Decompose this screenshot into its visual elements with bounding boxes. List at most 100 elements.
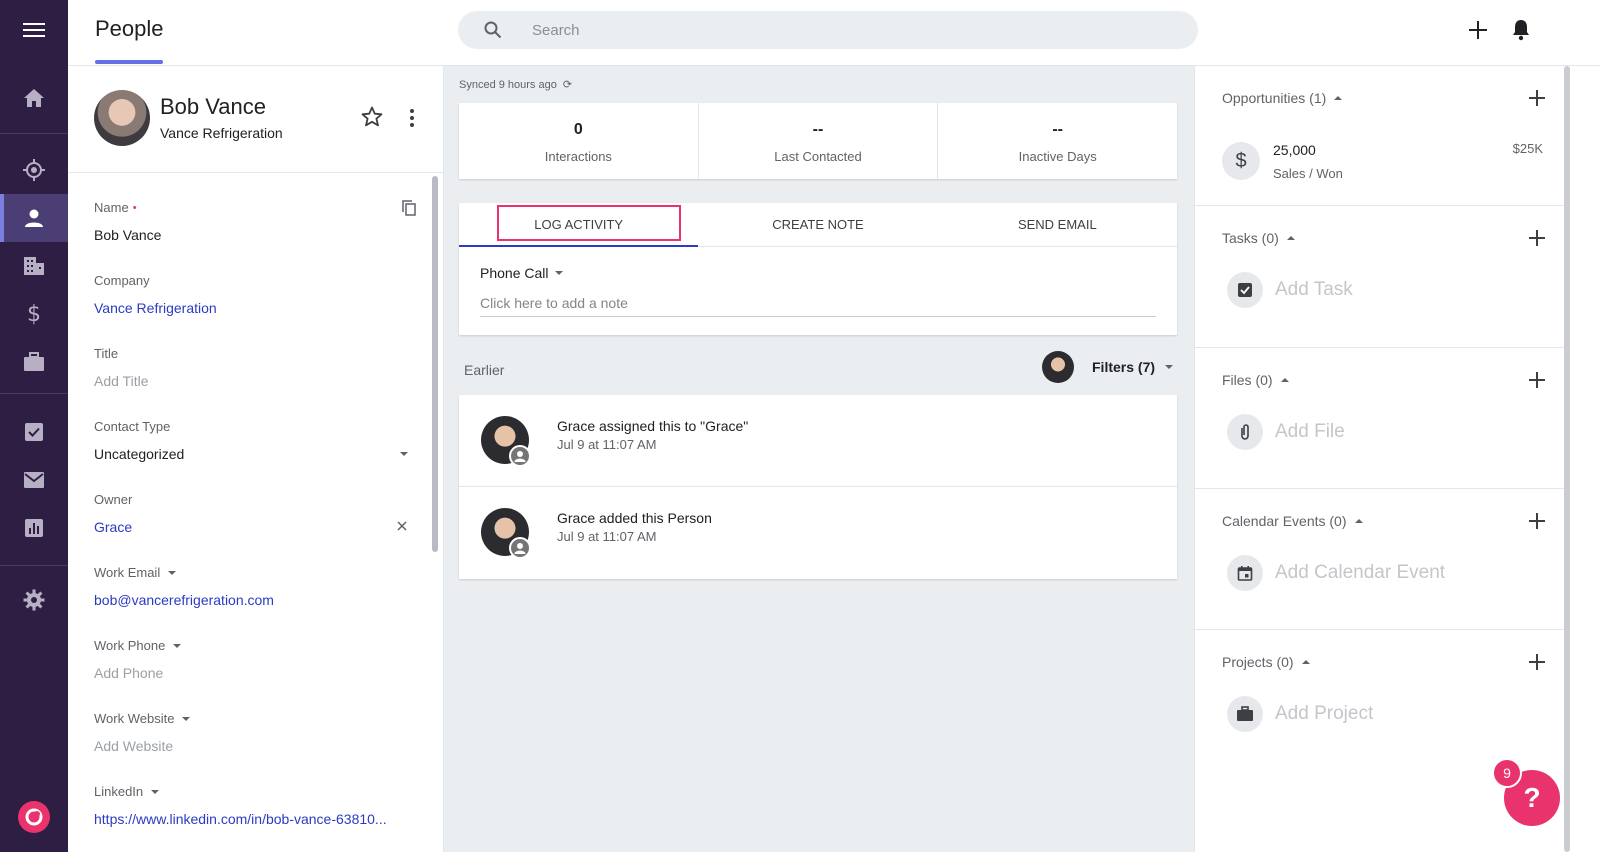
filters-label: Filters (7)	[1092, 359, 1156, 375]
copy-icon[interactable]	[402, 200, 416, 216]
feed-item-text: Grace assigned this to "Grace"	[557, 418, 749, 434]
tab-create-note[interactable]: CREATE NOTE	[698, 203, 937, 246]
owner-field: Owner Grace	[94, 492, 414, 535]
activity-feed: Grace assigned this to "Grace" Jul 9 at …	[459, 395, 1177, 579]
stat-label: Inactive Days	[1018, 149, 1097, 164]
opportunities-title: Opportunities (1)	[1222, 90, 1327, 106]
app-logo-icon[interactable]	[18, 801, 50, 833]
tab-send-email[interactable]: SEND EMAIL	[938, 203, 1177, 246]
contact-type-value: Uncategorized	[94, 446, 185, 462]
more-options-icon[interactable]	[402, 106, 422, 130]
projects-title: Projects (0)	[1222, 654, 1294, 670]
projects-section: Projects (0) Add Project	[1195, 630, 1565, 772]
tasks-icon[interactable]	[0, 408, 68, 456]
add-calendar-event-icon[interactable]	[1527, 511, 1547, 531]
sync-icon[interactable]: ⟳	[563, 79, 572, 91]
top-bar: People	[68, 0, 1600, 66]
stat-label: Last Contacted	[774, 149, 862, 164]
opportunity-name[interactable]: 25,000	[1273, 142, 1316, 158]
add-file-button[interactable]: Add File	[1227, 414, 1345, 450]
note-input[interactable]	[480, 289, 1156, 317]
work-website-type-select[interactable]: Work Website	[94, 711, 414, 726]
opportunities-icon[interactable]: $	[0, 290, 68, 338]
chevron-up-icon	[1334, 96, 1343, 100]
contact-type-select[interactable]: Uncategorized	[94, 446, 414, 462]
chevron-up-icon	[1286, 236, 1295, 240]
feed-item-time: Jul 9 at 11:07 AM	[557, 529, 657, 544]
star-icon[interactable]	[360, 105, 384, 129]
name-value[interactable]: Bob Vance	[94, 227, 414, 243]
right-panel-scrollbar[interactable]	[1564, 66, 1600, 852]
work-website-label: Work Website	[94, 711, 175, 726]
help-icon: ?	[1523, 782, 1541, 813]
owner-label: Owner	[94, 492, 133, 507]
search-bar[interactable]	[458, 11, 1198, 49]
stat-value: --	[1052, 121, 1063, 138]
notifications-bell-icon[interactable]	[1509, 18, 1533, 42]
chevron-down-icon	[151, 789, 160, 794]
add-opportunity-icon[interactable]	[1527, 88, 1547, 108]
details-scrollbar[interactable]	[432, 176, 438, 552]
person-name: Bob Vance	[160, 94, 267, 119]
projects-icon[interactable]	[0, 338, 68, 386]
contact-type-label: Contact Type	[94, 419, 171, 434]
search-icon	[484, 21, 502, 39]
tab-log-activity[interactable]: LOG ACTIVITY	[459, 203, 699, 247]
section-toggle[interactable]: Projects (0)	[1222, 654, 1310, 670]
linkedin-type-select[interactable]: LinkedIn	[94, 784, 414, 799]
add-calendar-event-button[interactable]: Add Calendar Event	[1227, 555, 1445, 591]
work-phone-type-select[interactable]: Work Phone	[94, 638, 414, 653]
work-phone-value[interactable]: Add Phone	[94, 665, 414, 681]
linkedin-field: LinkedIn https://www.linkedin.com/in/bob…	[94, 784, 414, 827]
activity-type-select[interactable]: Phone Call	[480, 265, 563, 281]
chevron-down-icon	[168, 570, 177, 575]
section-toggle[interactable]: Calendar Events (0)	[1222, 513, 1363, 529]
work-email-type-select[interactable]: Work Email	[94, 565, 414, 580]
add-project-button[interactable]: Add Project	[1227, 696, 1373, 732]
work-email-value[interactable]: bob@vancerefrigeration.com	[94, 592, 414, 608]
stats-card: 0 Interactions -- Last Contacted -- Inac…	[459, 103, 1177, 179]
section-toggle[interactable]: Opportunities (1)	[1222, 90, 1343, 106]
owner-value: Grace	[94, 519, 133, 535]
search-input[interactable]	[532, 21, 1132, 39]
chevron-down-icon	[182, 716, 191, 721]
dollar-icon: $	[1222, 142, 1260, 180]
required-marker: •	[132, 201, 137, 214]
section-toggle[interactable]: Tasks (0)	[1222, 230, 1295, 246]
calendar-events-section: Calendar Events (0) Add Calendar Event	[1195, 489, 1565, 630]
synced-status: Synced 9 hours ago ⟳	[459, 78, 572, 91]
add-task-icon[interactable]	[1527, 228, 1547, 248]
companies-icon[interactable]	[0, 242, 68, 290]
add-project-icon[interactable]	[1527, 652, 1547, 672]
section-toggle[interactable]: Files (0)	[1222, 372, 1289, 388]
stat-inactive-days: -- Inactive Days	[938, 103, 1177, 179]
opportunity-amount: $25K	[1512, 141, 1543, 156]
name-label: Name	[94, 200, 129, 215]
linkedin-value[interactable]: https://www.linkedin.com/in/bob-vance-63…	[94, 811, 414, 827]
add-task-button[interactable]: Add Task	[1227, 272, 1353, 308]
work-website-value[interactable]: Add Website	[94, 738, 414, 754]
email-icon[interactable]	[0, 456, 68, 504]
list-item[interactable]: Grace assigned this to "Grace" Jul 9 at …	[459, 395, 1177, 487]
page-title: People	[95, 16, 164, 41]
briefcase-icon	[1227, 696, 1263, 732]
people-icon[interactable]	[0, 194, 68, 242]
owner-select[interactable]: Grace	[94, 519, 414, 535]
home-icon[interactable]	[0, 74, 68, 122]
calendar-icon	[1227, 555, 1263, 591]
menu-icon[interactable]	[0, 6, 68, 54]
stat-value: --	[812, 121, 824, 138]
filters-button[interactable]: Filters (7)	[1042, 351, 1174, 383]
list-item[interactable]: Grace added this Person Jul 9 at 11:07 A…	[459, 487, 1177, 579]
add-file-icon[interactable]	[1527, 370, 1547, 390]
clear-icon[interactable]	[397, 521, 407, 531]
work-phone-field: Work Phone Add Phone	[94, 638, 414, 681]
title-value[interactable]: Add Title	[94, 373, 414, 389]
reports-icon[interactable]	[0, 504, 68, 552]
company-value[interactable]: Vance Refrigeration	[94, 300, 414, 316]
leads-icon[interactable]	[0, 146, 68, 194]
synced-text: Synced 9 hours ago	[459, 79, 557, 91]
settings-icon[interactable]	[0, 576, 68, 624]
person-company: Vance Refrigeration	[160, 125, 283, 141]
add-icon[interactable]	[1466, 18, 1490, 42]
